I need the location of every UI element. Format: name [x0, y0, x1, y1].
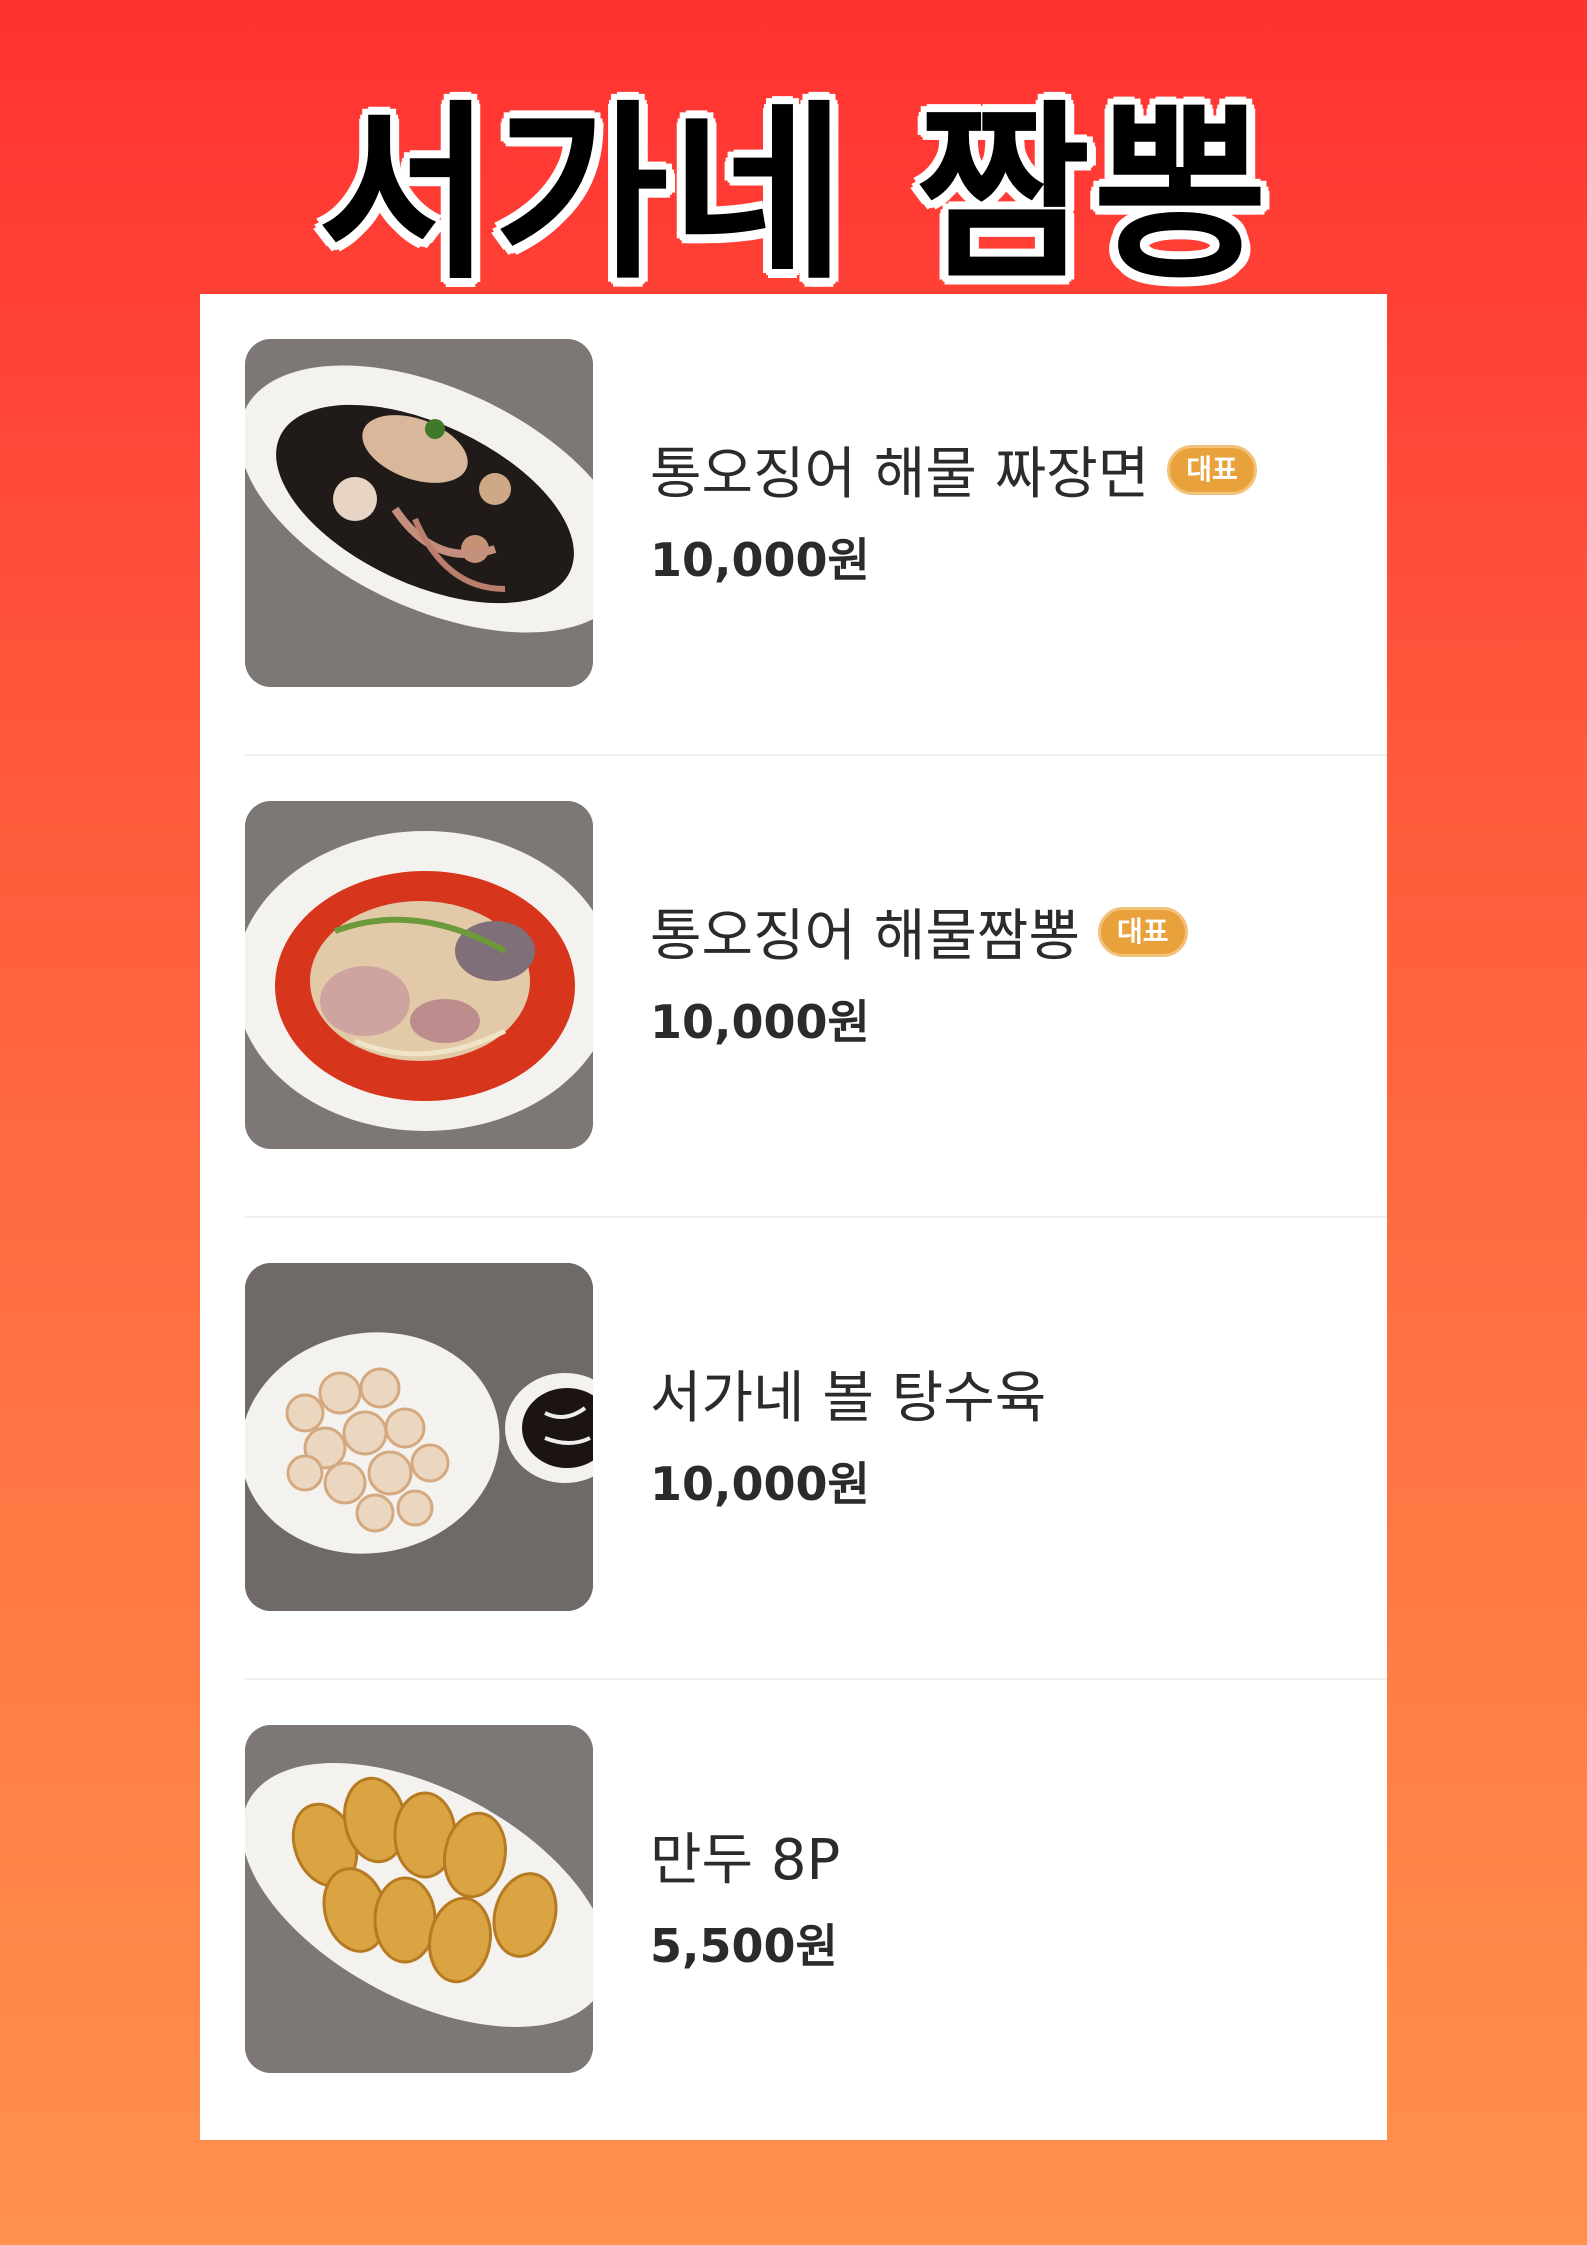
- menu-item-price: 5,500원: [650, 1919, 838, 1973]
- name-row: 통오징어 해물 짜장면 대표: [650, 429, 1257, 510]
- menu-item-price: 10,000원: [650, 1457, 870, 1511]
- jjamppong-photo: [245, 801, 593, 1149]
- signature-badge: 대표: [1097, 906, 1188, 957]
- menu-item-price: 10,000원: [650, 533, 870, 587]
- menu-item-name: 통오징어 해물 짜장면: [650, 442, 1150, 507]
- menu-item-mandu[interactable]: 만두 8P 5,500원: [200, 1680, 1387, 2142]
- menu-item-name: 통오징어 해물짬뽕: [650, 904, 1080, 969]
- menu-item-name: 만두 8P: [650, 1828, 841, 1893]
- name-row: 만두 8P: [650, 1815, 840, 1896]
- jajangmyeon-photo: [245, 339, 593, 687]
- menu-item-jajangmyeon[interactable]: 통오징어 해물 짜장면 대표 10,000원: [200, 294, 1387, 756]
- name-row: 서가네 볼 탕수육: [650, 1353, 1046, 1434]
- signature-badge: 대표: [1167, 444, 1257, 495]
- tangsuyuk-photo: [245, 1263, 593, 1611]
- menu-list: 통오징어 해물 짜장면 대표 10,000원 통오징어 해물짬뽕 대표 10,0…: [200, 294, 1387, 2140]
- menu-item-tangsuyuk[interactable]: 서가네 볼 탕수육 10,000원: [200, 1218, 1387, 1680]
- menu-item-jjamppong[interactable]: 통오징어 해물짬뽕 대표 10,000원: [200, 756, 1387, 1218]
- name-row: 통오징어 해물짬뽕 대표: [650, 891, 1188, 972]
- menu-item-price: 10,000원: [650, 995, 870, 1049]
- page-title: 서가네 짬뽕: [317, 84, 1270, 305]
- menu-item-name: 서가네 볼 탕수육: [650, 1366, 1047, 1431]
- mandu-photo: [245, 1725, 593, 2073]
